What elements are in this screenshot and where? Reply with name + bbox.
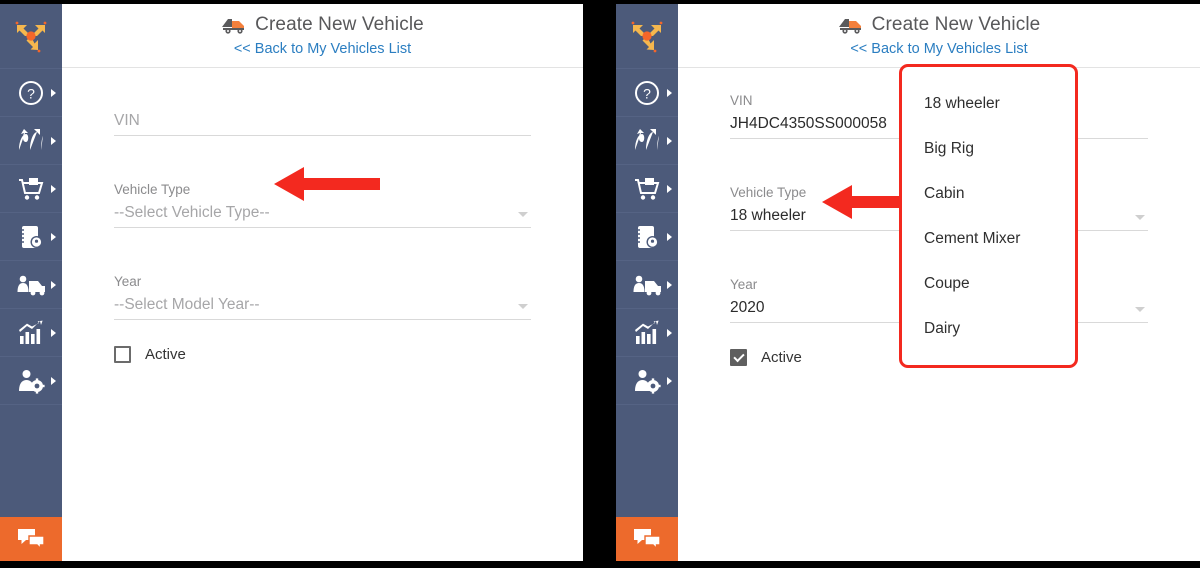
chevron-right-icon — [51, 376, 56, 385]
three-way-arrow-logo-icon — [15, 21, 47, 53]
active-checkbox[interactable] — [730, 349, 747, 366]
sidebar-item-reports[interactable] — [0, 309, 62, 357]
sidebar-item-help[interactable]: ? — [616, 68, 678, 117]
chat-button[interactable] — [616, 517, 678, 561]
vehicle-type-dropdown[interactable]: 18 wheeler Big Rig Cabin Cement Mixer Co… — [899, 64, 1078, 368]
sidebar-item-routes[interactable] — [0, 117, 62, 165]
sidebar-item-fleet[interactable] — [616, 261, 678, 309]
sidebar-item-routes[interactable] — [616, 117, 678, 165]
app-logo[interactable] — [0, 4, 62, 68]
chevron-right-icon — [667, 328, 672, 337]
address-book-pin-icon — [16, 222, 46, 252]
chevron-right-icon — [667, 88, 672, 97]
sidebar-item-orders[interactable] — [0, 165, 62, 213]
chevron-right-icon — [51, 136, 56, 145]
page-title: Create New Vehicle — [255, 14, 424, 35]
chevron-down-icon[interactable] — [1135, 215, 1145, 220]
active-checkbox-row[interactable]: Active — [114, 346, 531, 363]
sidebar-item-help[interactable]: ? — [0, 68, 62, 117]
chat-button[interactable] — [0, 517, 62, 561]
chevron-right-icon — [667, 232, 672, 241]
app-logo[interactable] — [616, 4, 678, 68]
chevron-right-icon — [51, 184, 56, 193]
chevron-right-icon — [667, 376, 672, 385]
page-header: Create New Vehicle << Back to My Vehicle… — [678, 4, 1200, 68]
active-checkbox[interactable] — [114, 346, 131, 363]
create-vehicle-form: VIN Vehicle Type --Select Vehicle Type--… — [114, 91, 531, 363]
sidebar: ? — [0, 4, 62, 561]
chevron-right-icon — [51, 88, 56, 97]
dropdown-option[interactable]: Coupe — [902, 261, 1075, 306]
bar-chart-up-icon — [16, 318, 46, 348]
page-header: Create New Vehicle << Back to My Vehicle… — [62, 4, 583, 68]
dropdown-option[interactable]: Dairy — [902, 306, 1075, 351]
chevron-right-icon — [51, 280, 56, 289]
chat-bubbles-icon — [634, 529, 661, 551]
drivers-truck-icon — [16, 270, 46, 300]
dropdown-option[interactable]: Big Rig — [902, 126, 1075, 171]
panel-before: ? Create New Vehicle << Back to My Vehic… — [0, 4, 583, 561]
svg-text:?: ? — [643, 85, 651, 101]
dropdown-option[interactable]: 18 wheeler — [902, 81, 1075, 126]
shopping-cart-icon — [632, 174, 662, 204]
route-arrows-icon — [632, 126, 662, 156]
chevron-down-icon[interactable] — [518, 212, 528, 217]
dropdown-option[interactable]: Cabin — [902, 171, 1075, 216]
chevron-right-icon — [51, 328, 56, 337]
tow-truck-icon — [838, 19, 861, 34]
sidebar-nav: ? — [616, 68, 678, 405]
sidebar-item-users[interactable] — [616, 357, 678, 405]
chevron-right-icon — [667, 136, 672, 145]
vehicle-type-field: Vehicle Type --Select Vehicle Type-- — [114, 180, 531, 228]
year-field: Year --Select Model Year-- — [114, 272, 531, 320]
chevron-right-icon — [667, 280, 672, 289]
vin-field: VIN — [114, 109, 531, 136]
year-label: Year — [114, 274, 142, 289]
vin-input[interactable]: VIN — [114, 109, 531, 136]
vehicle-type-select[interactable]: --Select Vehicle Type-- — [114, 201, 531, 228]
question-circle-icon: ? — [16, 78, 46, 108]
sidebar-item-orders[interactable] — [616, 165, 678, 213]
bar-chart-up-icon — [632, 318, 662, 348]
user-gear-icon — [16, 366, 46, 396]
screenshot-stage: ? Create New Vehicle << Back to My Vehic… — [0, 0, 1200, 568]
sidebar-item-locations[interactable] — [616, 213, 678, 261]
chat-bubbles-icon — [18, 529, 45, 551]
page-title: Create New Vehicle — [871, 14, 1041, 35]
three-way-arrow-logo-icon — [631, 21, 663, 53]
sidebar-item-locations[interactable] — [0, 213, 62, 261]
sidebar-item-reports[interactable] — [616, 309, 678, 357]
year-select[interactable]: --Select Model Year-- — [114, 293, 531, 320]
back-to-vehicles-link[interactable]: << Back to My Vehicles List — [234, 41, 411, 57]
vehicle-type-label: Vehicle Type — [114, 182, 191, 197]
chevron-down-icon[interactable] — [518, 304, 528, 309]
drivers-truck-icon — [632, 270, 662, 300]
address-book-pin-icon — [632, 222, 662, 252]
sidebar: ? — [616, 4, 678, 561]
svg-text:?: ? — [27, 85, 35, 101]
chevron-down-icon[interactable] — [1135, 307, 1145, 312]
question-circle-icon: ? — [632, 78, 662, 108]
active-label: Active — [145, 346, 186, 363]
chevron-right-icon — [51, 232, 56, 241]
sidebar-item-users[interactable] — [0, 357, 62, 405]
dropdown-option[interactable]: Cement Mixer — [902, 216, 1075, 261]
sidebar-nav: ? — [0, 68, 62, 405]
tow-truck-icon — [222, 19, 245, 34]
user-gear-icon — [632, 366, 662, 396]
page-content: VIN Vehicle Type --Select Vehicle Type--… — [62, 69, 583, 561]
route-arrows-icon — [16, 126, 46, 156]
chevron-right-icon — [667, 184, 672, 193]
active-label: Active — [761, 349, 802, 366]
back-to-vehicles-link[interactable]: << Back to My Vehicles List — [850, 41, 1027, 57]
sidebar-item-fleet[interactable] — [0, 261, 62, 309]
shopping-cart-icon — [16, 174, 46, 204]
